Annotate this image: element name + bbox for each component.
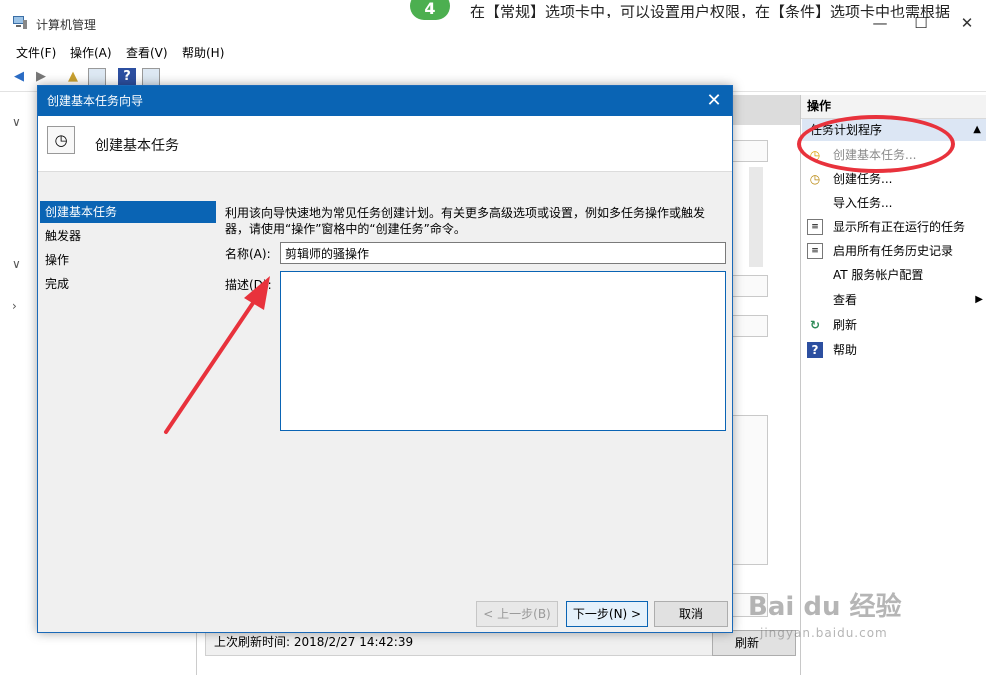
dropdown-button[interactable] [732,315,768,337]
watermark-brand: Bai du 经验 [748,592,902,622]
tree-expand-icon[interactable]: ∨ [12,115,21,129]
collapse-section-button[interactable] [732,140,768,162]
action-view[interactable]: 查看 ▶ [801,288,986,312]
list-icon: ≡ [807,219,823,235]
help-toolbar-icon[interactable]: ? [118,68,136,86]
details-list [732,415,768,565]
watermark-url: jingyan.baidu.com [760,626,888,640]
wizard-step-action[interactable]: 操作 [40,249,216,271]
action-label: 导入任务... [833,196,893,210]
close-icon[interactable]: ✕ [704,86,724,116]
highlight-ellipse [797,115,955,173]
forward-arrow-icon[interactable]: ▶ [32,68,50,86]
dialog-title: 创建基本任务向导 [47,94,144,108]
name-label: 名称(A): [225,247,271,261]
menu-action[interactable]: 操作(A) [70,44,112,62]
refresh-icon: ↻ [809,318,821,332]
task-description-textarea[interactable] [280,271,726,431]
action-label: 帮助 [833,343,858,357]
task-clock-icon: ◷ [47,126,75,154]
history-icon: ≡ [807,243,823,259]
action-pane-toggle-icon[interactable] [142,68,160,86]
collapse-section-button[interactable] [732,275,768,297]
close-window-button[interactable]: ✕ [953,10,981,36]
back-arrow-icon[interactable]: ◀ [10,68,28,86]
wizard-step-finish[interactable]: 完成 [40,273,216,295]
show-hide-tree-icon[interactable] [88,68,106,86]
menu-view[interactable]: 查看(V) [126,44,168,62]
step-badge: 4 [410,0,450,20]
wizard-content: 利用该向导快速地为常见任务创建计划。有关更多高级选项或设置，例如多任务操作或触发… [216,201,732,601]
window-titlebar: 计算机管理 在【常规】选项卡中，可以设置用户权限，在【条件】选项卡中也需根据 4… [0,0,986,44]
next-button[interactable]: 下一步(N) > [566,601,648,627]
scrollbar[interactable] [749,167,763,267]
dialog-titlebar: 创建基本任务向导 ✕ [38,86,732,116]
wizard-step-create-basic-task[interactable]: 创建基本任务 [40,201,216,223]
action-label: 启用所有任务历史记录 [833,244,954,258]
task-name-input[interactable] [280,242,726,264]
window-title: 计算机管理 [36,18,97,32]
create-basic-task-wizard: 创建基本任务向导 ✕ ◷ 创建基本任务 创建基本任务 触发器 操作 完成 利用该… [37,85,733,633]
maximize-button[interactable]: ☐ [907,10,935,36]
back-button[interactable]: < 上一步(B) [476,601,558,627]
menu-file[interactable]: 文件(F) [16,44,56,62]
action-help[interactable]: ? 帮助 [801,338,986,362]
collapse-up-icon[interactable]: ▲ [973,119,981,141]
action-enable-history[interactable]: ≡ 启用所有任务历史记录 [801,239,986,263]
action-refresh[interactable]: ↻ 刷新 [801,313,986,337]
up-folder-icon[interactable]: ▲ [64,68,82,86]
action-label: AT 服务帐户配置 [833,268,924,282]
help-icon: ? [807,342,823,358]
action-label: 查看 [833,293,858,307]
minimize-button[interactable]: — [866,10,894,36]
wizard-description: 利用该向导快速地为常见任务创建计划。有关更多高级选项或设置，例如多任务操作或触发… [225,206,706,236]
menu-bar: 文件(F) 操作(A) 查看(V) 帮助(H) [0,44,986,64]
action-label: 刷新 [833,318,858,332]
baidu-watermark: Bai du 经验 jingyan.baidu.com [748,586,984,656]
wizard-step-trigger[interactable]: 触发器 [40,225,216,247]
action-at-service-config[interactable]: AT 服务帐户配置 [801,263,986,287]
dialog-header-title: 创建基本任务 [95,138,179,154]
action-show-running-tasks[interactable]: ≡ 显示所有正在运行的任务 [801,215,986,239]
description-label: 描述(D): [225,278,272,292]
action-label: 显示所有正在运行的任务 [833,220,966,234]
computer-management-icon [13,16,27,29]
clock-icon: ◷ [809,172,821,186]
cancel-button[interactable]: 取消 [654,601,728,627]
action-import-task[interactable]: 导入任务... [801,191,986,215]
dialog-header: ◷ 创建基本任务 [38,116,732,172]
menu-help[interactable]: 帮助(H) [182,44,224,62]
tree-expand-icon[interactable]: ∨ [12,257,21,271]
tree-collapse-icon[interactable]: › [12,299,17,313]
submenu-arrow-icon: ▶ [975,294,983,305]
